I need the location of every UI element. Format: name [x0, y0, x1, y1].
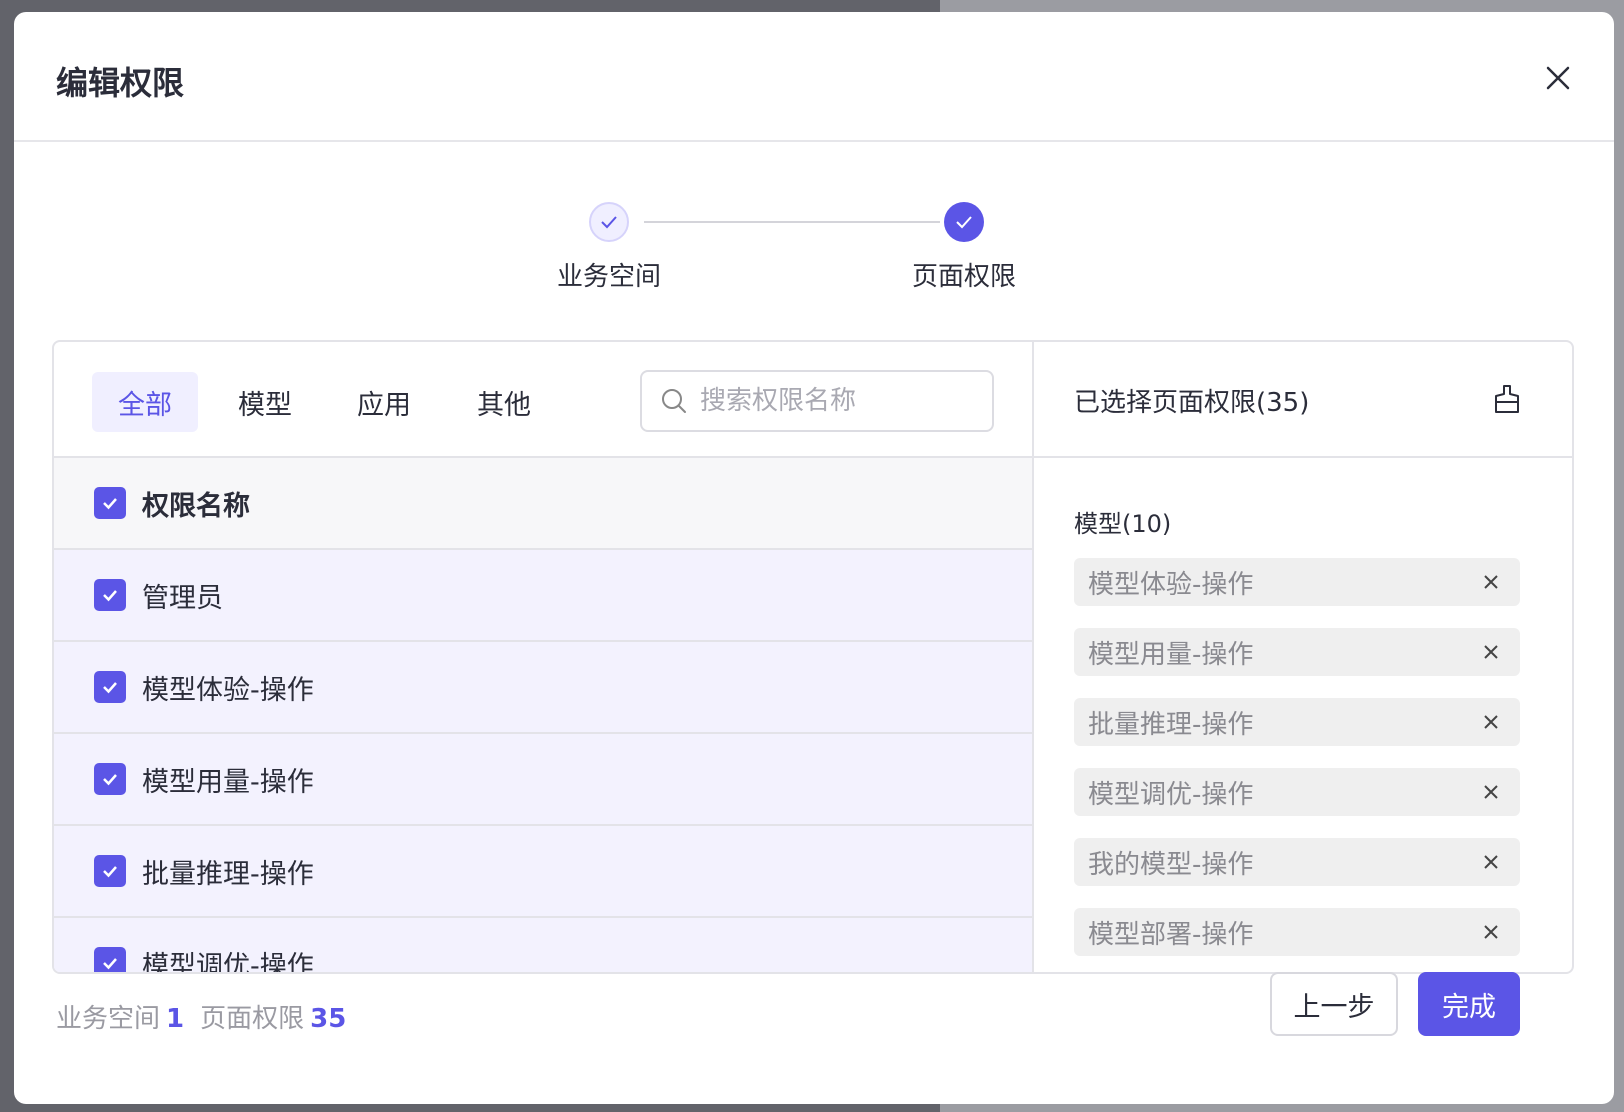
column-header-name: 权限名称: [142, 490, 250, 522]
step-label: 业务空间: [556, 262, 661, 292]
close-icon: [1546, 66, 1570, 90]
tag-label: 模型体验-操作: [1088, 569, 1254, 600]
space-label: 业务空间: [56, 1004, 161, 1034]
tag-label: 模型调优-操作: [1088, 779, 1254, 810]
permission-label: 页面权限: [200, 1004, 305, 1034]
group-title-model: 模型(10): [1074, 510, 1172, 538]
tab-all[interactable]: 全部: [92, 372, 198, 432]
row-label: 管理员: [142, 582, 223, 614]
table-row[interactable]: 模型调优-操作: [54, 918, 1032, 974]
search-box: [640, 370, 994, 432]
tag-label: 模型用量-操作: [1088, 639, 1254, 670]
selected-tag: 批量推理-操作: [1074, 698, 1520, 746]
permission-panel: 全部 模型 应用 其他 权限名称: [52, 340, 1574, 974]
selected-tag: 我的模型-操作: [1074, 838, 1520, 886]
table-row[interactable]: 管理员: [54, 550, 1032, 642]
dialog-title: 编辑权限: [56, 64, 185, 102]
search-input[interactable]: [700, 386, 970, 416]
check-icon: [103, 498, 117, 510]
selected-count-title: 已选择页面权限(35): [1074, 388, 1310, 418]
close-button[interactable]: [1538, 58, 1578, 98]
step-connector: [644, 221, 940, 223]
close-icon[interactable]: [1480, 921, 1502, 943]
row-checkbox[interactable]: [94, 947, 126, 972]
selected-tag: 模型体验-操作: [1074, 558, 1520, 606]
selected-tag-list: 模型体验-操作 模型用量-操作 批量推理-操作 模型调优-操作 我的模型-操作: [1074, 558, 1520, 972]
table-row[interactable]: 批量推理-操作: [54, 826, 1032, 918]
table-row[interactable]: 模型体验-操作: [54, 642, 1032, 734]
step-label: 页面权限: [911, 262, 1016, 292]
row-checkbox[interactable]: [94, 579, 126, 611]
close-icon[interactable]: [1480, 641, 1502, 663]
watermark: CSDN @ManonLegrand: [1288, 1072, 1614, 1105]
step-indicator: 业务空间 页面权限: [14, 202, 1614, 312]
search-icon: [662, 389, 686, 413]
step-business-space: 业务空间: [554, 202, 664, 293]
row-checkbox[interactable]: [94, 855, 126, 887]
table-row[interactable]: 模型用量-操作: [54, 734, 1032, 826]
finish-button[interactable]: 完成: [1418, 972, 1520, 1036]
check-icon: [103, 866, 117, 878]
previous-step-button[interactable]: 上一步: [1270, 972, 1398, 1036]
check-icon: [103, 958, 117, 970]
row-checkbox[interactable]: [94, 671, 126, 703]
close-icon[interactable]: [1480, 711, 1502, 733]
row-label: 模型用量-操作: [142, 766, 314, 798]
selected-tag: 模型部署-操作: [1074, 908, 1520, 956]
tab-other[interactable]: 其他: [451, 372, 557, 432]
permission-list-pane: 全部 模型 应用 其他 权限名称: [54, 342, 1034, 972]
close-icon[interactable]: [1480, 851, 1502, 873]
category-tabs: 全部 模型 应用 其他: [54, 342, 1032, 458]
tab-model[interactable]: 模型: [212, 372, 318, 432]
clear-all-button[interactable]: [1490, 382, 1524, 416]
tag-label: 我的模型-操作: [1088, 849, 1254, 880]
selected-header: 已选择页面权限(35): [1034, 342, 1572, 458]
step-page-permission: 页面权限: [909, 202, 1019, 293]
row-label: 批量推理-操作: [142, 858, 314, 890]
row-checkbox[interactable]: [94, 763, 126, 795]
selected-tag: 模型调优-操作: [1074, 768, 1520, 816]
close-icon[interactable]: [1480, 571, 1502, 593]
edit-permission-dialog: 编辑权限 业务空间 页面权限 全部 模型 应用 其他 搜索权限名称 权限名称 管…: [14, 12, 1614, 1104]
check-icon: [956, 216, 972, 229]
select-all-checkbox[interactable]: [94, 487, 126, 519]
selected-permissions-pane: 已选择页面权限(35) 模型(10) 模型体验-操作 模型用量-操作 批量推理-…: [1034, 342, 1572, 972]
check-icon: [103, 774, 117, 786]
permission-count: 35: [310, 1004, 347, 1034]
step-active-circle: [944, 202, 984, 242]
tag-label: 批量推理-操作: [1088, 709, 1254, 740]
space-count: 1: [166, 1004, 185, 1034]
table-header-row[interactable]: 权限名称: [54, 458, 1032, 550]
check-icon: [103, 682, 117, 694]
broom-icon: [1495, 385, 1519, 413]
tab-app[interactable]: 应用: [331, 372, 437, 432]
permission-table: 权限名称 管理员 模型体验-操作 模型用量-操作 批量推理-操作 模型调优-操作: [54, 458, 1032, 974]
footer-summary: 业务空间 1 页面权限 35: [56, 998, 362, 1035]
dialog-header: 编辑权限: [14, 12, 1614, 142]
row-label: 模型调优-操作: [142, 950, 314, 974]
check-icon: [601, 216, 617, 229]
row-label: 模型体验-操作: [142, 674, 314, 706]
close-icon[interactable]: [1480, 781, 1502, 803]
tag-label: 模型部署-操作: [1088, 919, 1254, 950]
step-done-circle: [589, 202, 629, 242]
selected-tag: 模型用量-操作: [1074, 628, 1520, 676]
check-icon: [103, 590, 117, 602]
